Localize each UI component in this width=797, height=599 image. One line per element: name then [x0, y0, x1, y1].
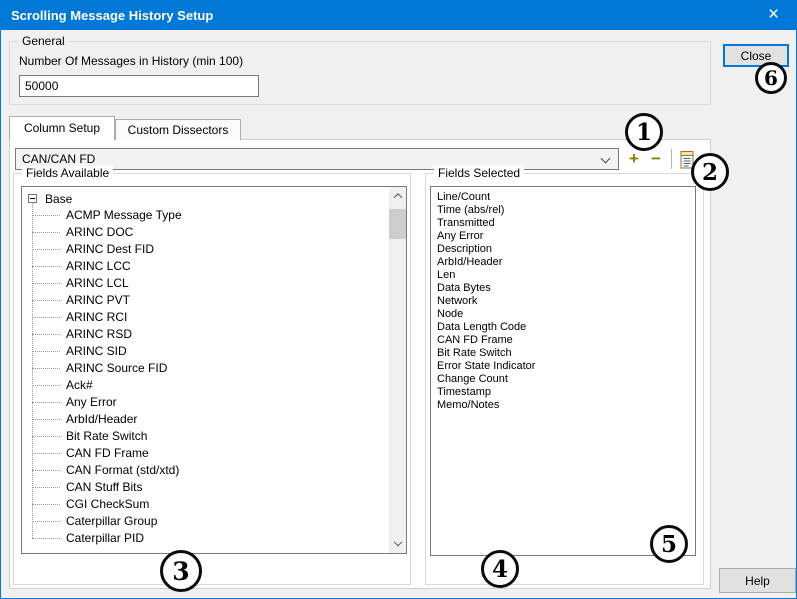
tree-item[interactable]: ARINC Source FID [22, 360, 406, 377]
tree-item[interactable]: CAN FD Frame [22, 445, 406, 462]
selected-field-item[interactable]: Network [437, 295, 695, 308]
window-title: Scrolling Message History Setup [11, 1, 213, 30]
selected-field-item[interactable]: Any Error [437, 230, 695, 243]
tree-scrollbar[interactable] [389, 187, 406, 553]
tree-item-list: ACMP Message Type ARINC DOC ARINC Dest F… [22, 207, 406, 547]
annotation-circle-5: 5 [650, 525, 688, 563]
selected-field-item[interactable]: Line/Count [437, 191, 695, 204]
tree-item[interactable]: ARINC Dest FID [22, 241, 406, 258]
message-count-label: Number Of Messages in History (min 100) [19, 54, 243, 68]
tree-collapse-icon[interactable] [28, 194, 37, 203]
tree-item[interactable]: ACMP Message Type [22, 207, 406, 224]
selected-field-item[interactable]: Description [437, 243, 695, 256]
selected-field-item[interactable]: Data Length Code [437, 321, 695, 334]
tree-item[interactable]: Caterpillar PID [22, 530, 406, 547]
tree-item[interactable]: ARINC SID [22, 343, 406, 360]
fields-selected-groupbox: Fields Selected Line/Count Time (abs/rel… [425, 173, 704, 585]
selected-field-item[interactable]: Transmitted [437, 217, 695, 230]
remove-dissector-icon[interactable]: − [647, 148, 665, 170]
add-dissector-icon[interactable]: + [625, 148, 643, 170]
tree-item[interactable]: CAN Format (std/xtd) [22, 462, 406, 479]
annotation-circle-2: 2 [691, 153, 729, 191]
window-close-icon[interactable]: × [751, 1, 796, 30]
scroll-down-icon[interactable] [389, 536, 406, 553]
annotation-circle-1: 1 [625, 113, 663, 151]
tree-item[interactable]: CAN Stuff Bits [22, 479, 406, 496]
tree-item[interactable]: ARINC LCL [22, 275, 406, 292]
selected-field-item[interactable]: Len [437, 269, 695, 282]
selected-field-item[interactable]: ArbId/Header [437, 256, 695, 269]
tree-item[interactable]: ARINC DOC [22, 224, 406, 241]
message-count-input[interactable]: 50000 [19, 75, 259, 97]
fields-selected-legend: Fields Selected [434, 166, 524, 181]
selected-field-item[interactable]: Bit Rate Switch [437, 347, 695, 360]
selected-field-item[interactable]: Change Count [437, 373, 695, 386]
tree-item[interactable]: Bit Rate Switch [22, 428, 406, 445]
selected-field-item[interactable]: Memo/Notes [437, 399, 695, 412]
dissector-selected-value: CAN/CAN FD [22, 152, 95, 166]
annotation-circle-3: 3 [160, 550, 202, 592]
selected-field-item[interactable]: Timestamp [437, 386, 695, 399]
annotation-circle-4: 4 [481, 550, 519, 588]
help-button[interactable]: Help [719, 568, 796, 593]
annotation-circle-6: 6 [755, 62, 787, 94]
tree-item[interactable]: ARINC LCC [22, 258, 406, 275]
scrollbar-thumb[interactable] [389, 209, 406, 239]
tree-item[interactable]: ArbId/Header [22, 411, 406, 428]
fields-selected-list[interactable]: Line/Count Time (abs/rel) Transmitted An… [430, 186, 696, 556]
tab-custom-dissectors[interactable]: Custom Dissectors [115, 119, 241, 140]
tree-item[interactable]: Any Error [22, 394, 406, 411]
tree-item[interactable]: Ack# [22, 377, 406, 394]
tab-column-setup[interactable]: Column Setup [9, 116, 115, 140]
tree-root-row[interactable]: Base [28, 190, 72, 207]
scroll-up-icon[interactable] [389, 187, 406, 204]
dialog-scrolling-message-history-setup: Scrolling Message History Setup × Genera… [0, 0, 797, 599]
tree-item[interactable]: Caterpillar Group [22, 513, 406, 530]
tree-root-label: Base [45, 192, 72, 206]
selected-field-item[interactable]: CAN FD Frame [437, 334, 695, 347]
toolbar-separator [671, 149, 672, 169]
tree-item[interactable]: ARINC RSD [22, 326, 406, 343]
fields-available-legend: Fields Available [22, 166, 113, 181]
fields-available-groupbox: Fields Available Base ACMP Message Type … [13, 173, 411, 585]
title-bar[interactable]: Scrolling Message History Setup × [1, 1, 796, 30]
selected-field-item[interactable]: Data Bytes [437, 282, 695, 295]
fields-available-tree[interactable]: Base ACMP Message Type ARINC DOC ARINC D… [21, 186, 407, 554]
tree-item[interactable]: ARINC PVT [22, 292, 406, 309]
selected-field-item[interactable]: Node [437, 308, 695, 321]
chevron-down-icon [601, 154, 611, 164]
selected-field-item[interactable]: Error State Indicator [437, 360, 695, 373]
selected-field-item[interactable]: Time (abs/rel) [437, 204, 695, 217]
tree-item[interactable]: ARINC RCI [22, 309, 406, 326]
general-legend: General [18, 34, 69, 49]
tree-item[interactable]: CGI CheckSum [22, 496, 406, 513]
